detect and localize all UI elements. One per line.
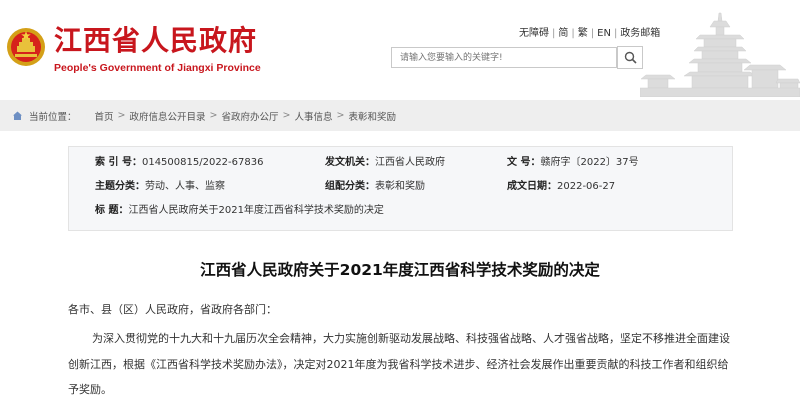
subject-label: 主题分类： <box>95 181 145 192</box>
site-subtitle: People's Government of Jiangxi Province <box>54 62 261 74</box>
document-metadata-box: 索 引 号：014500815/2022-67836 发文机关：江西省人民政府 … <box>68 146 733 231</box>
document-number-field: 文 号：赣府字〔2022〕37号 <box>507 153 639 173</box>
national-emblem-icon[interactable] <box>6 27 46 67</box>
article-body: 为深入贯彻党的十九大和十九届历次全会精神，大力实施创新驱动发展战略、科技强省战略… <box>68 332 730 396</box>
date-value: 2022-06-27 <box>557 181 616 192</box>
title-label: 标 题： <box>95 205 129 216</box>
subject-field: 主题分类：劳动、人事、监察 <box>95 177 225 197</box>
document-number-label: 文 号： <box>507 157 541 168</box>
title-value: 江西省人民政府关于2021年度江西省科学技术奖励的决定 <box>128 205 384 216</box>
simplified-chinese-link[interactable]: 简 <box>558 28 568 39</box>
breadcrumb-general-office[interactable]: 省政府办公厅 <box>221 109 278 123</box>
breadcrumb-home[interactable]: 首页 <box>95 109 114 123</box>
location-icon <box>12 110 23 121</box>
index-number-label: 索 引 号： <box>95 157 142 168</box>
article-title: 江西省人民政府关于2021年度江西省科学技术奖励的决定 <box>200 261 600 279</box>
issuer-field: 发文机关：江西省人民政府 <box>325 153 445 173</box>
document-number-value: 赣府字〔2022〕37号 <box>540 157 639 168</box>
search-input[interactable] <box>391 47 617 68</box>
magnifier-icon <box>624 51 637 64</box>
tower-skyline-illustration <box>640 12 800 97</box>
divider: | <box>552 28 556 39</box>
breadcrumb-personnel-info[interactable]: 人事信息 <box>294 109 332 123</box>
breadcrumb-separator: > <box>336 110 345 121</box>
category-label: 组配分类： <box>325 181 375 192</box>
accessibility-link[interactable]: 无障碍 <box>519 28 549 39</box>
category-value: 表彰和奖励 <box>375 181 425 192</box>
site-header: 江西省人民政府 People's Government of Jiangxi P… <box>0 0 800 97</box>
divider: | <box>571 28 575 39</box>
issuer-label: 发文机关： <box>325 157 375 168</box>
breadcrumb-prefix: 当前位置： <box>29 111 77 123</box>
issuer-value: 江西省人民政府 <box>375 157 445 168</box>
breadcrumb-separator: > <box>117 110 126 121</box>
breadcrumb-commendation[interactable]: 表彰和奖励 <box>348 109 396 123</box>
subject-value: 劳动、人事、监察 <box>145 181 225 192</box>
date-field: 成文日期：2022-06-27 <box>507 177 615 197</box>
divider: | <box>590 28 595 39</box>
divider: | <box>613 28 618 39</box>
index-number-value: 014500815/2022-67836 <box>141 157 264 168</box>
breadcrumb-info-directory[interactable]: 政府信息公开目录 <box>130 109 206 123</box>
index-number-field: 索 引 号：014500815/2022-67836 <box>95 153 263 173</box>
date-label: 成文日期： <box>507 181 557 192</box>
salutation: 各市、县（区）人民政府，省政府各部门： <box>68 303 277 316</box>
breadcrumb-separator: > <box>282 110 291 121</box>
metadata-row: 索 引 号：014500815/2022-67836 发文机关：江西省人民政府 … <box>69 153 732 173</box>
title-field: 标 题：江西省人民政府关于2021年度江西省科学技术奖励的决定 <box>95 201 384 221</box>
english-link[interactable]: EN <box>597 28 611 39</box>
category-field: 组配分类：表彰和奖励 <box>325 177 425 197</box>
breadcrumb-separator: > <box>209 110 218 121</box>
metadata-row: 标 题：江西省人民政府关于2021年度江西省科学技术奖励的决定 <box>69 201 732 221</box>
metadata-row: 主题分类：劳动、人事、监察 组配分类：表彰和奖励 成文日期：2022-06-27 <box>69 177 732 197</box>
breadcrumb: 当前位置： 首页 > 政府信息公开目录 > 省政府办公厅 > 人事信息 > 表彰… <box>0 100 800 131</box>
traditional-chinese-link[interactable]: 繁 <box>578 28 588 39</box>
site-title[interactable]: 江西省人民政府 <box>54 24 257 58</box>
